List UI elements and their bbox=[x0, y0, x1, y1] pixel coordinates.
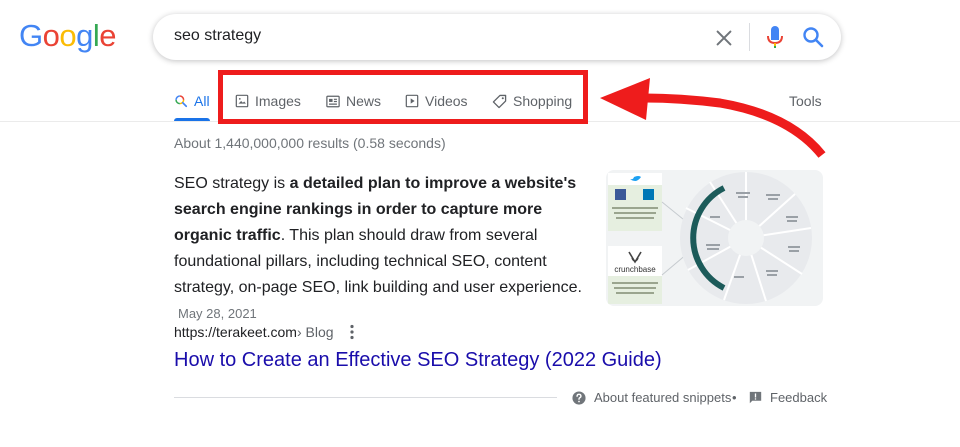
result-url[interactable]: https://terakeet.com bbox=[174, 324, 297, 340]
snippet-footer-divider bbox=[174, 397, 557, 398]
tab-label: All bbox=[194, 93, 210, 109]
about-label: About featured snippets bbox=[594, 390, 732, 405]
facebook-icon bbox=[615, 189, 626, 200]
snippet-diagram: crunchbase bbox=[606, 170, 823, 306]
linkedin-icon bbox=[643, 189, 654, 200]
logo-letter: G bbox=[19, 18, 43, 53]
clear-icon[interactable] bbox=[713, 27, 735, 49]
search-box[interactable]: seo strategy bbox=[153, 14, 841, 60]
about-featured-snippets-link[interactable]: About featured snippets bbox=[572, 390, 731, 405]
google-logo[interactable]: Google bbox=[19, 18, 117, 54]
search-results-page: Google seo strategy All Images News Vide… bbox=[0, 0, 960, 447]
result-title-link[interactable]: How to Create an Effective SEO Strategy … bbox=[174, 346, 662, 374]
logo-letter: g bbox=[76, 18, 93, 53]
feedback-label: Feedback bbox=[770, 390, 828, 405]
snippet-image[interactable]: crunchbase bbox=[606, 170, 823, 306]
microphone-icon[interactable] bbox=[763, 24, 787, 50]
feedback-icon bbox=[749, 391, 762, 404]
more-options-icon[interactable] bbox=[349, 324, 354, 340]
crunchbase-label: crunchbase bbox=[614, 265, 656, 274]
logo-letter: o bbox=[59, 18, 77, 53]
snippet-intro: SEO strategy is bbox=[174, 175, 290, 192]
search-input[interactable]: seo strategy bbox=[174, 27, 261, 45]
help-icon bbox=[572, 390, 586, 405]
results-count: About 1,440,000,000 results (0.58 second… bbox=[174, 135, 446, 151]
search-divider bbox=[749, 23, 750, 51]
logo-letter: o bbox=[42, 18, 60, 53]
search-icon[interactable] bbox=[801, 25, 825, 49]
snippet-date: May 28, 2021 bbox=[178, 306, 257, 321]
search-icon bbox=[175, 95, 188, 108]
result-breadcrumb: › Blog bbox=[296, 324, 334, 340]
featured-snippet-text: SEO strategy is a detailed plan to impro… bbox=[174, 171, 589, 327]
logo-letter: e bbox=[99, 18, 117, 53]
annotation-highlight-box bbox=[218, 70, 588, 124]
annotation-arrow bbox=[600, 78, 826, 158]
feedback-link[interactable]: Feedback bbox=[749, 390, 827, 405]
tab-all[interactable]: All bbox=[174, 90, 210, 112]
result-source: https://terakeet.com › Blog bbox=[174, 324, 354, 340]
footer-separator: • bbox=[732, 390, 737, 405]
